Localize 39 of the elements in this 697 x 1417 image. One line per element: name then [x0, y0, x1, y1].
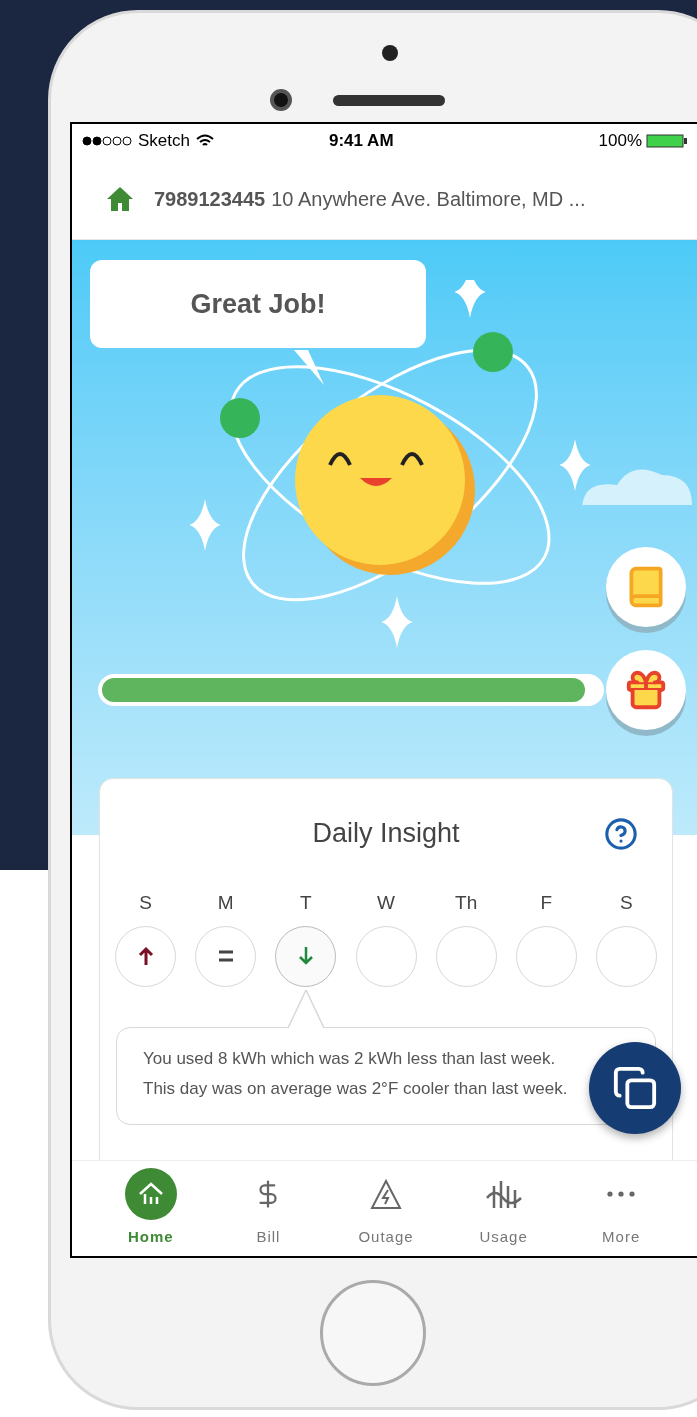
help-icon[interactable] — [604, 817, 638, 851]
nav-tab[interactable]: Outage — [327, 1168, 445, 1249]
wifi-icon — [196, 134, 214, 148]
nav-label: Outage — [358, 1227, 414, 1248]
nav-label: Usage — [479, 1227, 528, 1248]
day-label: Th — [455, 891, 478, 915]
day-label: S — [620, 891, 633, 915]
nav-tab[interactable]: Bill — [209, 1168, 328, 1249]
speech-bubble: Great Job! — [90, 260, 426, 348]
equals-icon — [217, 950, 234, 962]
nav-label: Home — [127, 1227, 174, 1248]
signal-icon — [82, 136, 134, 146]
phone-camera — [270, 89, 292, 111]
phone-sensor — [382, 45, 398, 61]
nav-tab[interactable]: More — [562, 1168, 680, 1249]
home-icon — [106, 185, 134, 212]
nav-tab[interactable]: Home — [92, 1168, 210, 1249]
home-icon — [137, 1182, 164, 1207]
usage-icon — [484, 1178, 523, 1211]
status-time: 9:41 AM — [329, 130, 394, 153]
down-arrow-icon — [297, 946, 314, 966]
nav-label: Bill — [256, 1227, 281, 1248]
up-arrow-icon — [137, 946, 154, 966]
insight-detail-text: You used 8 kWh which was 2 kWh less than last week. This day was on average was 2°F cooler than last week. — [143, 1047, 569, 1100]
day-label: T — [300, 891, 312, 915]
service-address: 10 Anywhere Ave. Baltimore, MD ... — [271, 186, 586, 212]
battery-icon — [646, 134, 690, 148]
nav-label: More — [602, 1227, 641, 1248]
more-icon — [607, 1191, 636, 1198]
warning-bolt-icon — [369, 1178, 403, 1211]
day-label: F — [540, 891, 553, 915]
day-label: M — [217, 891, 234, 915]
day-label: W — [377, 891, 395, 915]
account-number: 7989123445 — [154, 186, 266, 212]
battery-percent: 100% — [598, 130, 642, 153]
day-label: S — [139, 891, 152, 915]
nav-tab[interactable]: Usage — [444, 1168, 563, 1249]
carrier-name: Sketch — [138, 130, 190, 153]
card-title: Daily Insight — [312, 816, 460, 850]
